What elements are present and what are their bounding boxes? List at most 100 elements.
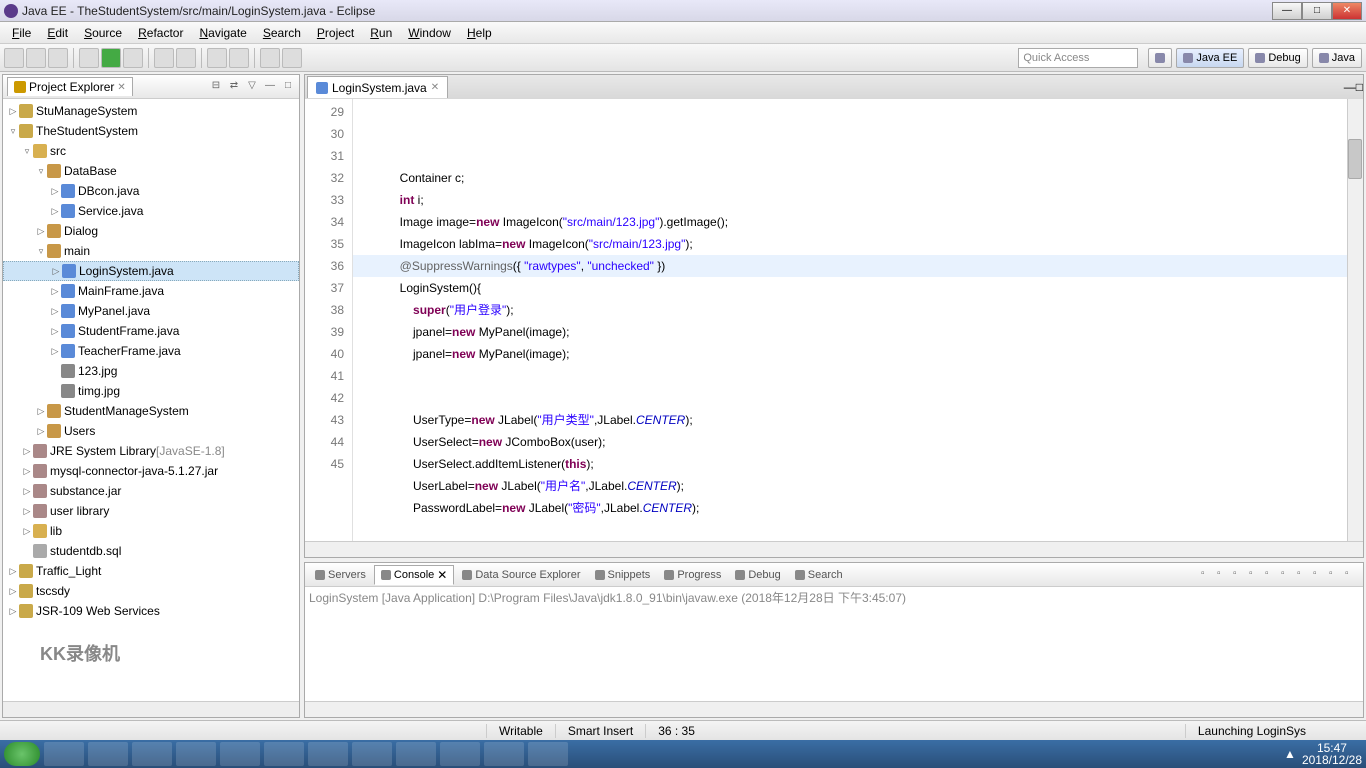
search-button[interactable] [229,48,249,68]
tree-item[interactable]: 123.jpg [3,361,299,381]
tree-item[interactable]: ▷Service.java [3,201,299,221]
minimize-icon[interactable]: ▫ [1329,568,1343,582]
tree-item[interactable]: studentdb.sql [3,541,299,561]
tree-item[interactable]: ▿src [3,141,299,161]
tree-item[interactable]: ▷Traffic_Light [3,561,299,581]
horizontal-scrollbar[interactable] [305,701,1363,717]
maximize-icon[interactable]: ▫ [1345,568,1359,582]
saveall-button[interactable] [48,48,68,68]
taskbar-app[interactable] [352,742,392,766]
display-console-button[interactable]: ▫ [1297,568,1311,582]
editor-body[interactable]: 2930313233343536373839404142434445 Conta… [305,99,1363,541]
horizontal-scrollbar[interactable] [3,701,299,717]
link-editor-icon[interactable]: ⇄ [227,80,241,94]
tab-servers[interactable]: Servers [309,567,372,583]
run-last-button[interactable] [123,48,143,68]
minimize-icon[interactable]: — [263,80,277,94]
tree-item[interactable]: ▷lib [3,521,299,541]
tree-item[interactable]: ▷JSR-109 Web Services [3,601,299,621]
open-type-button[interactable] [207,48,227,68]
project-tree[interactable]: ▷StuManageSystem▿TheStudentSystem▿src▿Da… [3,99,299,701]
tree-item[interactable]: ▷Dialog [3,221,299,241]
perspective-debug[interactable]: Debug [1248,48,1307,68]
back-button[interactable] [260,48,280,68]
project-explorer-tab[interactable]: Project Explorer ✕ [7,77,133,96]
start-button[interactable] [4,742,40,766]
pin-console-button[interactable]: ▫ [1281,568,1295,582]
menu-navigate[interactable]: Navigate [191,26,254,40]
taskbar-app[interactable] [132,742,172,766]
close-icon[interactable]: ✕ [431,82,439,93]
save-button[interactable] [26,48,46,68]
editor-tab-loginsystem[interactable]: LoginSystem.java ✕ [307,76,448,98]
console-output[interactable]: LoginSystem [Java Application] D:\Progra… [305,587,1363,701]
new-button[interactable] [4,48,24,68]
forward-button[interactable] [282,48,302,68]
tree-item[interactable]: ▷MainFrame.java [3,281,299,301]
tree-item[interactable]: ▷MyPanel.java [3,301,299,321]
tab-search[interactable]: Search [789,567,849,583]
clear-console-button[interactable]: ▫ [1249,568,1263,582]
tree-item[interactable]: ▷TeacherFrame.java [3,341,299,361]
close-icon[interactable]: ✕ [117,82,125,93]
terminate-button[interactable]: ▫ [1201,568,1215,582]
horizontal-scrollbar[interactable] [305,541,1363,557]
new-package-button[interactable] [154,48,174,68]
tree-item[interactable]: ▷user library [3,501,299,521]
close-button[interactable]: ✕ [1332,2,1362,20]
tree-item[interactable]: ▷StudentManageSystem [3,401,299,421]
maximize-button[interactable]: □ [1302,2,1332,20]
tree-item[interactable]: ▷substance.jar [3,481,299,501]
tab-progress[interactable]: Progress [658,567,727,583]
code-area[interactable]: Container c; int i; Image image=new Imag… [353,99,1347,541]
taskbar-app[interactable] [44,742,84,766]
vertical-scrollbar[interactable] [1347,99,1363,541]
maximize-icon[interactable]: □ [281,80,295,94]
tab-debug[interactable]: Debug [729,567,786,583]
debug-button[interactable] [79,48,99,68]
perspective-java-ee[interactable]: Java EE [1176,48,1244,68]
open-perspective-button[interactable] [1148,48,1172,68]
open-console-button[interactable]: ▫ [1313,568,1327,582]
taskbar-app[interactable] [396,742,436,766]
menu-project[interactable]: Project [309,26,362,40]
taskbar-app[interactable] [176,742,216,766]
menu-file[interactable]: File [4,26,39,40]
menu-search[interactable]: Search [255,26,309,40]
tree-item[interactable]: ▿DataBase [3,161,299,181]
collapse-all-icon[interactable]: ⊟ [209,80,223,94]
menu-help[interactable]: Help [459,26,500,40]
menu-source[interactable]: Source [76,26,130,40]
remove-launch-button[interactable]: ▫ [1217,568,1231,582]
tree-item[interactable]: ▷tscsdy [3,581,299,601]
tray-icon[interactable]: ▲ [1284,747,1296,761]
tab-snippets[interactable]: Snippets [589,567,657,583]
system-tray[interactable]: ▲ 15:47 2018/12/28 [1284,742,1362,766]
taskbar-app[interactable] [528,742,568,766]
tree-item[interactable]: ▷StuManageSystem [3,101,299,121]
tree-item[interactable]: ▿TheStudentSystem [3,121,299,141]
tree-item[interactable]: ▷JRE System Library [JavaSE-1.8] [3,441,299,461]
view-menu-icon[interactable]: ▽ [245,80,259,94]
tree-item[interactable]: ▷DBcon.java [3,181,299,201]
new-class-button[interactable] [176,48,196,68]
menu-refactor[interactable]: Refactor [130,26,191,40]
tree-item[interactable]: ▷Users [3,421,299,441]
tree-item[interactable]: ▷mysql-connector-java-5.1.27.jar [3,461,299,481]
perspective-java[interactable]: Java [1312,48,1362,68]
menu-edit[interactable]: Edit [39,26,76,40]
quick-access-input[interactable]: Quick Access [1018,48,1138,68]
taskbar-app[interactable] [220,742,260,766]
taskbar-app[interactable] [308,742,348,766]
tab-data-source-explorer[interactable]: Data Source Explorer [456,567,586,583]
taskbar-app[interactable] [440,742,480,766]
tree-item[interactable]: ▷StudentFrame.java [3,321,299,341]
menu-window[interactable]: Window [400,26,459,40]
taskbar-app[interactable] [264,742,304,766]
tree-item[interactable]: timg.jpg [3,381,299,401]
taskbar-app[interactable] [88,742,128,766]
minimize-icon[interactable]: — [1344,80,1356,94]
scroll-lock-button[interactable]: ▫ [1265,568,1279,582]
tree-item[interactable]: ▷LoginSystem.java [3,261,299,281]
tab-console[interactable]: Console ✕ [374,565,454,585]
